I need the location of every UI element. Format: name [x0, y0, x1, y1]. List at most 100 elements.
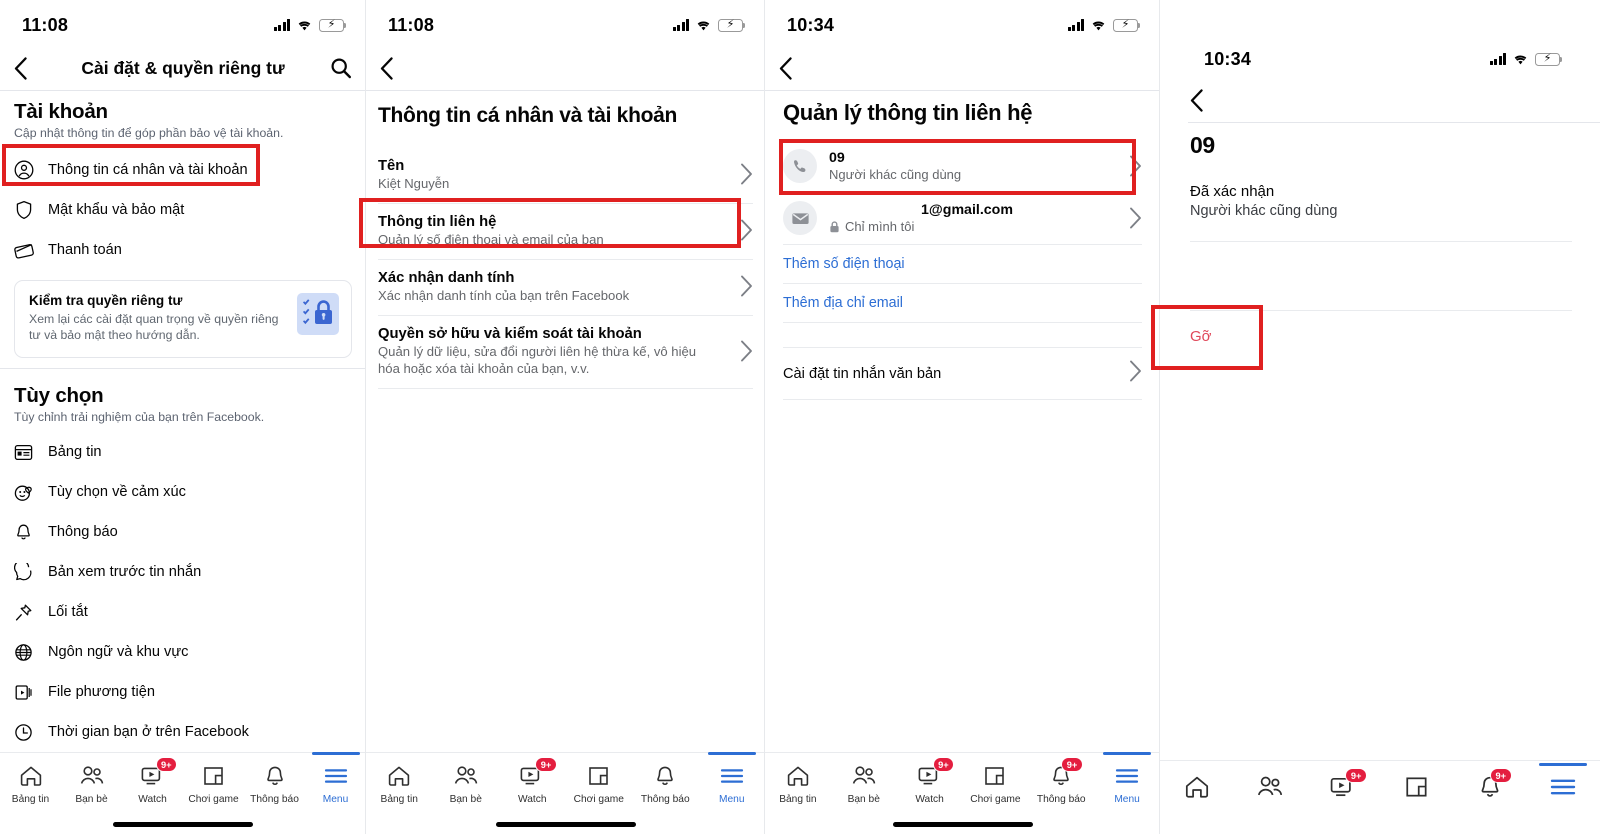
row-divider: [783, 399, 1142, 400]
cellular-signal-icon: [672, 19, 689, 31]
row-subtitle: Xác nhận danh tính của bạn trên Facebook: [378, 288, 630, 304]
sidebar-item-password-security[interactable]: Mật khẩu và bảo mật: [14, 190, 352, 230]
cellular-signal-icon: [1489, 53, 1506, 65]
bell-icon: [263, 764, 287, 788]
tab-label: Thông báo: [250, 794, 299, 805]
sidebar-item-notifications[interactable]: Thông báo: [14, 512, 352, 552]
tab-feed[interactable]: [1160, 775, 1233, 799]
newsfeed-icon: [14, 443, 48, 462]
tab-label: Bảng tin: [380, 794, 418, 805]
add-email-link[interactable]: Thêm địa chỉ email: [783, 284, 1142, 322]
tab-friends[interactable]: Bạn bè: [433, 764, 500, 805]
chevron-right-icon: [731, 270, 753, 297]
row-divider: [378, 388, 753, 390]
content: Quản lý thông tin liên hệ 09 Người khác …: [783, 100, 1142, 400]
clock-icon: [14, 723, 48, 742]
tab-feed[interactable]: Bảng tin: [0, 764, 61, 805]
sidebar-item-shortcuts[interactable]: Lối tắt: [14, 592, 352, 632]
tab-notifications[interactable]: 9+: [1453, 768, 1526, 799]
friends-icon: [851, 764, 877, 788]
card-icon: [14, 240, 48, 260]
envelope-icon: [783, 201, 817, 235]
row-label: Cài đặt tin nhắn văn bản: [783, 365, 942, 382]
nav-bar: Cài đặt & quyền riêng tư: [0, 46, 366, 90]
sidebar-item-newsfeed[interactable]: Bảng tin: [14, 432, 352, 472]
tab-friends[interactable]: [1233, 775, 1306, 799]
back-button[interactable]: [14, 51, 42, 85]
back-button[interactable]: [1190, 83, 1218, 117]
back-button[interactable]: [779, 51, 807, 85]
list-item-name[interactable]: Tên Kiệt Nguyễn: [378, 148, 753, 203]
tab-label: Watch: [518, 794, 547, 805]
tab-feed[interactable]: Bảng tin: [765, 764, 831, 805]
bottom-tab-bar: 9+ 9+: [1160, 760, 1600, 834]
tab-friends[interactable]: Bạn bè: [61, 764, 122, 805]
nav-bar: [765, 46, 1160, 90]
tab-friends[interactable]: Bạn bè: [831, 764, 897, 805]
list-item-contact-info[interactable]: Thông tin liên hệ Quản lý số điện thoại …: [378, 204, 753, 259]
row-subtitle: Quản lý dữ liệu, sửa đổi người liên hệ t…: [378, 344, 697, 377]
row-title: Thông tin liên hệ: [378, 214, 497, 231]
tab-gaming[interactable]: [1380, 775, 1453, 799]
list-item-account-ownership[interactable]: Quyền sở hữu và kiểm soát tài khoản Quản…: [378, 316, 753, 388]
message-preview-icon: [14, 562, 48, 582]
remove-button[interactable]: Gỡ: [1190, 328, 1212, 345]
tab-gaming[interactable]: Chơi game: [183, 764, 244, 805]
sidebar-item-label: Bảng tin: [48, 444, 102, 460]
sidebar-item-label: File phương tiện: [48, 684, 155, 700]
contact-row-phone[interactable]: 09 Người khác cũng dùng: [783, 140, 1142, 192]
privacy-checkup-card[interactable]: Kiểm tra quyền riêng tư Xem lại các cài …: [14, 280, 352, 358]
section-subtitle: Cập nhật thông tin để góp phần bảo vệ tà…: [14, 126, 284, 140]
badge-notifications: 9+: [1061, 757, 1083, 773]
contact-row-email[interactable]: 1@gmail.com Chỉ mình tôi: [783, 192, 1142, 244]
tab-gaming[interactable]: Chơi game: [962, 764, 1028, 805]
tab-feed[interactable]: Bảng tin: [366, 764, 433, 805]
nav-divider: [0, 90, 366, 91]
screenshot-stage: 11:08 ⚡ Cài đặt & quyền riêng tư Tài kho…: [0, 0, 1600, 834]
back-button[interactable]: [380, 51, 408, 85]
tab-menu[interactable]: Menu: [1094, 764, 1160, 805]
page-title: Cài đặt & quyền riêng tư: [81, 57, 285, 78]
tab-watch[interactable]: 9+ Watch: [499, 757, 566, 805]
bell-icon: [14, 523, 48, 542]
battery-charging-icon: ⚡: [319, 18, 347, 32]
nav-divider: [1188, 122, 1600, 123]
content: 09 Đã xác nhận Người khác cũng dùng Gỡ: [1190, 132, 1572, 346]
badge-watch: 9+: [535, 757, 557, 773]
status-bar: 10:34 ⚡: [765, 10, 1160, 40]
row-title: Tên: [378, 158, 405, 174]
sidebar-item-payments[interactable]: Thanh toán: [14, 230, 352, 270]
badge-watch: 9+: [1345, 768, 1367, 784]
tab-notifications[interactable]: 9+ Thông báo: [1028, 757, 1094, 805]
phone-icon: [783, 149, 817, 183]
sidebar-item-label: Thanh toán: [48, 242, 122, 258]
account-section: Tài khoản Cập nhật thông tin để góp phần…: [14, 100, 352, 358]
chevron-right-icon: [1129, 155, 1142, 177]
panel-contact-detail: 10:34 ⚡ 09 Đã xác nhận Người khác cũng d…: [1160, 0, 1600, 834]
list-item-identity-confirmation[interactable]: Xác nhận danh tính Xác nhận danh tính củ…: [378, 260, 753, 315]
tab-menu[interactable]: [1527, 775, 1600, 799]
tab-label: Chơi game: [573, 794, 624, 805]
sidebar-item-time-on-facebook[interactable]: Thời gian bạn ở trên Facebook: [14, 712, 352, 752]
search-icon[interactable]: [330, 57, 352, 79]
tab-menu[interactable]: Menu: [305, 764, 366, 805]
sidebar-item-personal-info[interactable]: Thông tin cá nhân và tài khoản: [14, 150, 352, 190]
reactions-icon: [14, 483, 48, 502]
sidebar-item-label: Thông tin cá nhân và tài khoản: [48, 162, 248, 178]
tab-watch[interactable]: 9+: [1307, 768, 1380, 799]
tab-gaming[interactable]: Chơi game: [566, 764, 633, 805]
sidebar-item-language-region[interactable]: Ngôn ngữ và khu vực: [14, 632, 352, 672]
tab-watch[interactable]: 9+ Watch: [897, 757, 963, 805]
wifi-icon: [298, 21, 311, 30]
add-phone-link[interactable]: Thêm số điện thoại: [783, 245, 1142, 283]
globe-icon: [14, 643, 48, 662]
sidebar-item-reactions[interactable]: Tùy chọn về cảm xúc: [14, 472, 352, 512]
tab-notifications[interactable]: Thông báo: [632, 764, 699, 805]
chevron-right-icon: [731, 158, 753, 185]
text-message-settings-row[interactable]: Cài đặt tin nhắn văn bản: [783, 348, 1142, 399]
sidebar-item-message-preview[interactable]: Bản xem trước tin nhắn: [14, 552, 352, 592]
tab-menu[interactable]: Menu: [699, 764, 766, 805]
tab-notifications[interactable]: Thông báo: [244, 764, 305, 805]
tab-watch[interactable]: 9+ Watch: [122, 757, 183, 805]
sidebar-item-media-files[interactable]: File phương tiện: [14, 672, 352, 712]
